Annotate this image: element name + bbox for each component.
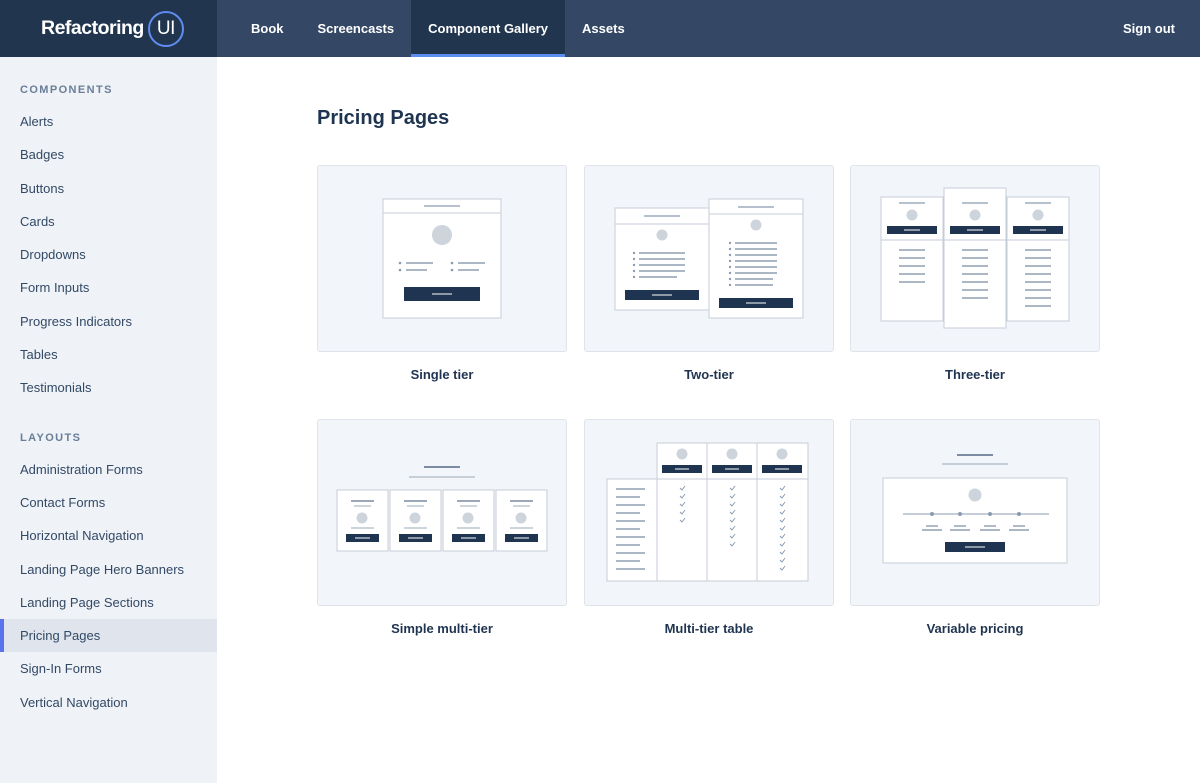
two-tier-illustration: [614, 198, 804, 319]
card-three-tier[interactable]: Three-tier: [850, 165, 1100, 382]
layouts-section-title: LAYOUTS: [20, 431, 82, 444]
card-label[interactable]: Two-tier: [584, 367, 834, 382]
sidebar-item-landing-page-sections[interactable]: Landing Page Sections: [0, 586, 217, 619]
single-tier-illustration: [382, 198, 502, 319]
card-label[interactable]: Variable pricing: [850, 621, 1100, 636]
sidebar-item-cards[interactable]: Cards: [0, 205, 217, 238]
sidebar-item-dropdowns[interactable]: Dropdowns: [0, 238, 217, 271]
card-thumbnail[interactable]: [850, 165, 1100, 352]
sign-out-link[interactable]: Sign out: [1123, 0, 1200, 57]
card-label[interactable]: Three-tier: [850, 367, 1100, 382]
card-label[interactable]: Multi-tier table: [584, 621, 834, 636]
card-single-tier[interactable]: Single tier: [317, 165, 567, 382]
brand-logo[interactable]: Refactoring UI: [0, 0, 217, 57]
nav-item-screencasts[interactable]: Screencasts: [301, 0, 412, 57]
sidebar-item-horizontal-navigation[interactable]: Horizontal Navigation: [0, 519, 217, 552]
sidebar-item-testimonials[interactable]: Testimonials: [0, 371, 217, 404]
card-thumbnail[interactable]: [584, 165, 834, 352]
sidebar-item-sign-in-forms[interactable]: Sign-In Forms: [0, 652, 217, 685]
card-simple-multi-tier[interactable]: Simple multi-tier: [317, 419, 567, 636]
brand-wordmark: Refactoring UI: [41, 10, 184, 47]
card-variable-pricing[interactable]: Variable pricing: [850, 419, 1100, 636]
card-label[interactable]: Simple multi-tier: [317, 621, 567, 636]
card-thumbnail[interactable]: [584, 419, 834, 606]
sidebar-item-alerts[interactable]: Alerts: [0, 105, 217, 138]
card-thumbnail[interactable]: [850, 419, 1100, 606]
main-content: Pricing Pages Single tier Two-tier Three…: [217, 57, 1200, 783]
sidebar: COMPONENTS Alerts Badges Buttons Cards D…: [0, 57, 217, 783]
brand-name: Refactoring: [41, 17, 144, 39]
simple-multi-tier-illustration: [336, 466, 548, 552]
sidebar-item-contact-forms[interactable]: Contact Forms: [0, 486, 217, 519]
nav-item-component-gallery[interactable]: Component Gallery: [411, 0, 566, 57]
nav-item-assets[interactable]: Assets: [565, 0, 642, 57]
sidebar-item-landing-page-hero-banners[interactable]: Landing Page Hero Banners: [0, 553, 217, 586]
card-thumbnail[interactable]: [317, 165, 567, 352]
card-label[interactable]: Single tier: [317, 367, 567, 382]
sidebar-item-badges[interactable]: Badges: [0, 138, 217, 171]
card-thumbnail[interactable]: [317, 419, 567, 606]
main-nav: Book Screencasts Component Gallery Asset…: [234, 0, 642, 57]
sidebar-item-pricing-pages[interactable]: Pricing Pages: [0, 619, 217, 653]
variable-pricing-illustration: [882, 454, 1068, 564]
page-title: Pricing Pages: [317, 107, 450, 129]
sidebar-item-progress-indicators[interactable]: Progress Indicators: [0, 305, 217, 338]
sidebar-item-vertical-navigation[interactable]: Vertical Navigation: [0, 686, 217, 719]
sidebar-item-buttons[interactable]: Buttons: [0, 172, 217, 205]
sidebar-item-administration-forms[interactable]: Administration Forms: [0, 453, 217, 486]
top-navigation-bar: Refactoring UI Book Screencasts Componen…: [0, 0, 1200, 57]
card-multi-tier-table[interactable]: Multi-tier table: [584, 419, 834, 636]
components-section-title: COMPONENTS: [20, 84, 113, 96]
multi-tier-table-illustration: [606, 442, 809, 582]
card-two-tier[interactable]: Two-tier: [584, 165, 834, 382]
nav-item-book[interactable]: Book: [234, 0, 301, 57]
sidebar-item-tables[interactable]: Tables: [0, 338, 217, 371]
sidebar-item-form-inputs[interactable]: Form Inputs: [0, 271, 217, 304]
brand-badge: UI: [147, 10, 184, 47]
three-tier-illustration: [880, 187, 1070, 329]
